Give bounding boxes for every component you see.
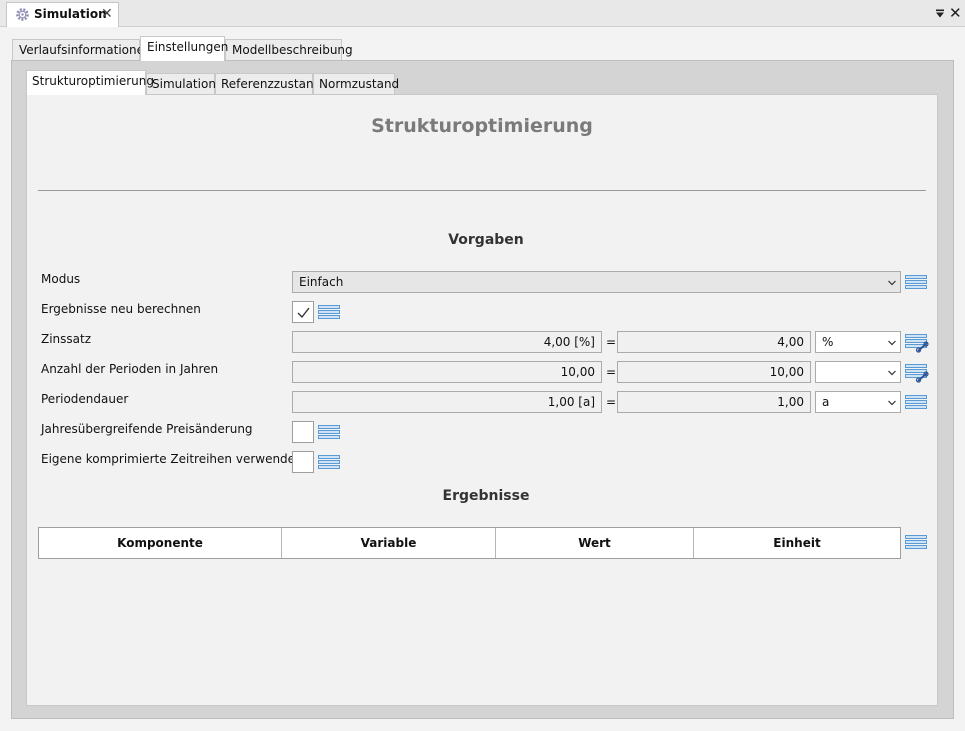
gear-icon (16, 8, 29, 21)
equals-sign: = (606, 335, 617, 349)
page-title: Strukturoptimierung (371, 115, 593, 137)
periodendauer-input[interactable]: 1,00 [a] (292, 391, 602, 413)
zinssatz-label: Zinssatz (41, 332, 92, 346)
tab-modellbeschreibung[interactable]: Modellbeschreibung (225, 39, 353, 60)
column-header-wert[interactable]: Wert (496, 528, 694, 558)
list-menu-icon[interactable] (905, 394, 927, 410)
close-view-icon[interactable]: ✕ (949, 4, 962, 22)
chevron-down-icon (888, 280, 896, 286)
ergebnisse-neu-checkbox[interactable] (292, 301, 314, 323)
zinssatz-value[interactable]: 4,00 (617, 331, 811, 353)
ergebnisse-neu-label: Ergebnisse neu berechnen (41, 302, 201, 316)
section-ergebnisse-heading: Ergebnisse (442, 488, 530, 504)
preisaenderung-checkbox[interactable] (292, 421, 314, 443)
separator (38, 190, 926, 191)
list-menu-icon[interactable] (905, 534, 927, 550)
list-menu-icon[interactable] (318, 304, 340, 320)
chevron-down-icon (888, 370, 896, 376)
list-menu-icon[interactable] (318, 454, 340, 470)
zinssatz-unit-combo[interactable]: % (815, 331, 901, 353)
link-menu-icon[interactable] (905, 333, 929, 353)
periodendauer-value[interactable]: 1,00 (617, 391, 811, 413)
view-tab-title: Simulation (34, 7, 107, 21)
tab-strukturoptimierung[interactable]: Strukturoptimierung (26, 70, 154, 95)
checkmark-icon (297, 307, 310, 319)
periodendauer-label: Periodendauer (41, 392, 129, 406)
tab-normzustand[interactable]: Normzustand (313, 73, 399, 94)
view-tab-simulation[interactable]: Simulation ✕ (6, 2, 119, 27)
zinssatz-input[interactable]: 4,00 [%] (292, 331, 602, 353)
perioden-unit-combo[interactable] (815, 361, 901, 383)
zinssatz-unit: % (822, 335, 834, 349)
equals-sign: = (606, 395, 617, 409)
close-icon[interactable]: ✕ (101, 6, 113, 22)
zeitreihen-label: Eigene komprimierte Zeitreihen verwenden (41, 452, 303, 466)
tab-verlaufsinformationen[interactable]: Verlaufsinformationen (12, 39, 152, 60)
view-tab-bar (0, 0, 965, 27)
modus-combo[interactable]: Einfach (292, 271, 901, 293)
perioden-value[interactable]: 10,00 (617, 361, 811, 383)
modus-value: Einfach (299, 275, 344, 289)
perioden-input[interactable]: 10,00 (292, 361, 602, 383)
equals-sign: = (606, 365, 617, 379)
tab-einstellungen[interactable]: Einstellungen (140, 36, 228, 61)
chevron-down-icon (888, 400, 896, 406)
list-menu-icon[interactable] (905, 274, 927, 290)
perioden-label: Anzahl der Perioden in Jahren (41, 362, 219, 376)
column-header-komponente[interactable]: Komponente (39, 528, 282, 558)
modus-label: Modus (41, 272, 81, 286)
list-menu-icon[interactable] (318, 424, 340, 440)
tab-simulation[interactable]: Simulation (146, 73, 216, 94)
column-header-variable[interactable]: Variable (282, 528, 496, 558)
section-vorgaben-heading: Vorgaben (448, 232, 524, 248)
chevron-down-icon (888, 340, 896, 346)
zeitreihen-checkbox[interactable] (292, 451, 314, 473)
tab-referenzzustand[interactable]: Referenzzustand (215, 73, 321, 94)
column-header-einheit[interactable]: Einheit (694, 528, 900, 558)
preisaenderung-label: Jahresübergreifende Preisänderung (41, 422, 253, 436)
results-table: Komponente Variable Wert Einheit (38, 527, 901, 559)
view-menu-icon[interactable] (935, 9, 945, 19)
periodendauer-unit: a (822, 395, 830, 409)
link-menu-icon[interactable] (905, 363, 929, 383)
periodendauer-unit-combo[interactable]: a (815, 391, 901, 413)
